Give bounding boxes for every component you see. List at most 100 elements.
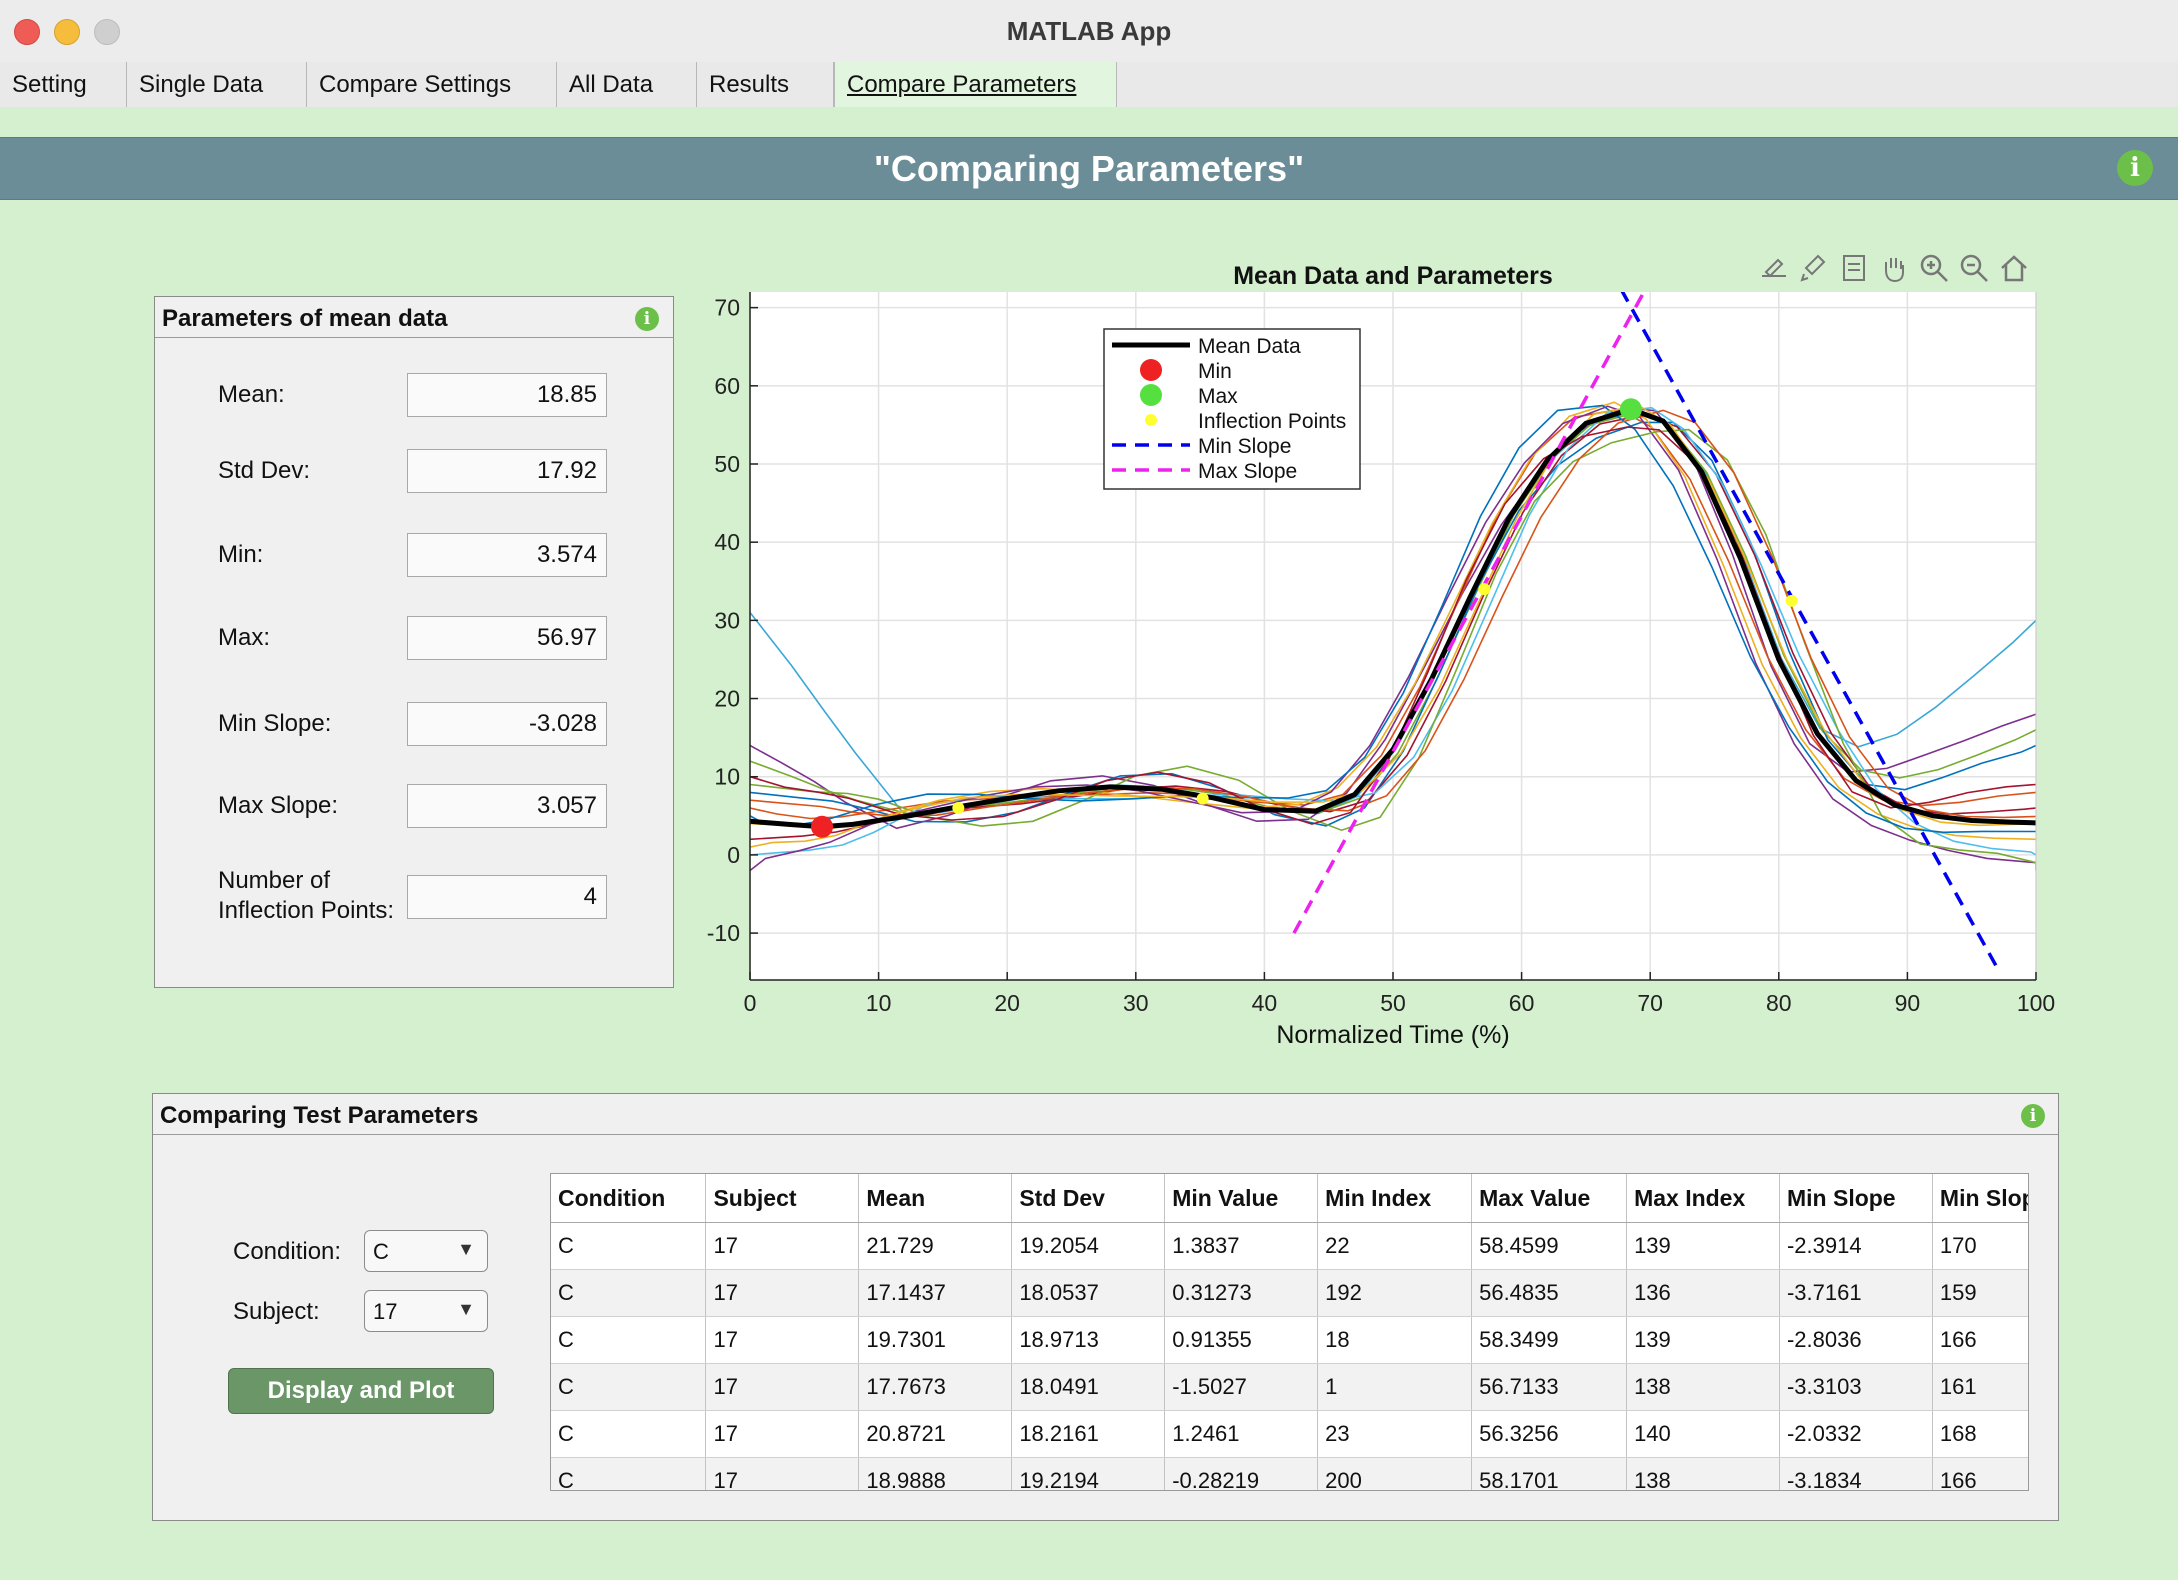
- inflection-point-marker: [1478, 583, 1491, 596]
- x-tick-label: 40: [1252, 990, 1278, 1016]
- parameters-panel: Parameters of mean data i Mean: 18.85 St…: [154, 296, 674, 988]
- legend-swatch: [1140, 384, 1162, 406]
- column-header[interactable]: Min Slope: [1779, 1174, 1933, 1223]
- table-cell: 17.1437: [858, 1269, 1013, 1317]
- title-bar: MATLAB App: [0, 0, 2178, 63]
- column-header[interactable]: Subject: [705, 1174, 860, 1223]
- std-dev-label: Std Dev:: [218, 457, 311, 484]
- parameters-panel-header: Parameters of mean data i: [155, 297, 673, 338]
- table-cell: 136: [1626, 1269, 1780, 1317]
- table-cell: 170: [1932, 1222, 2028, 1270]
- table-cell: 161: [1932, 1363, 2028, 1411]
- y-tick-label: 60: [714, 373, 740, 399]
- table-cell: -3.3103: [1779, 1363, 1933, 1411]
- max-slope-field[interactable]: 3.057: [407, 784, 607, 828]
- table-cell: 166: [1932, 1457, 2028, 1490]
- table-cell: 19.2194: [1011, 1457, 1166, 1490]
- y-tick-label: 40: [714, 529, 740, 555]
- tab-setting[interactable]: Setting: [0, 62, 127, 107]
- y-tick-label: 10: [714, 764, 740, 790]
- table-cell: 18.0491: [1011, 1363, 1166, 1411]
- x-tick-label: 60: [1509, 990, 1535, 1016]
- table-cell: C: [551, 1363, 707, 1411]
- table-row[interactable]: C 17 21.729 19.2054 1.3837 22 58.4599 139 -2.391…: [551, 1222, 2028, 1270]
- table-row[interactable]: C 17 19.7301 18.9713 0.91355 18 58.3499 139 -2.8…: [551, 1316, 2028, 1364]
- column-header[interactable]: Condition: [551, 1174, 707, 1223]
- info-icon[interactable]: i: [2021, 1104, 2045, 1128]
- info-icon[interactable]: i: [2117, 150, 2153, 186]
- legend-entry-label: Min Slope: [1198, 435, 1291, 458]
- tab-all-data[interactable]: All Data: [557, 62, 697, 107]
- display-and-plot-button[interactable]: Display and Plot: [228, 1368, 494, 1414]
- inflection-label-line2: Inflection Points:: [218, 897, 395, 924]
- table-cell: 1: [1317, 1363, 1473, 1411]
- max-slope-label: Max Slope:: [218, 792, 339, 819]
- table-cell: 20.8721: [858, 1410, 1013, 1458]
- min-point-marker: [811, 815, 834, 838]
- table-row[interactable]: C 17 20.8721 18.2161 1.2461 23 56.3256 140 -2.03…: [551, 1410, 2028, 1458]
- column-header[interactable]: Std Dev: [1011, 1174, 1166, 1223]
- table-cell: 22: [1317, 1222, 1473, 1270]
- min-field[interactable]: 3.574: [407, 533, 607, 577]
- table-cell: 1.3837: [1164, 1222, 1319, 1270]
- column-header[interactable]: Max Index: [1626, 1174, 1780, 1223]
- mean-data-chart[interactable]: Mean Data and Parameters Normalized Time…: [700, 250, 2080, 1070]
- column-header[interactable]: Min Index: [1317, 1174, 1473, 1223]
- x-axis-label: Normalized Time (%): [1276, 1021, 1509, 1049]
- table-cell: 140: [1626, 1410, 1780, 1458]
- legend-swatch: [1140, 359, 1162, 381]
- x-tick-label: 100: [2017, 990, 2055, 1016]
- max-field[interactable]: 56.97: [407, 616, 607, 660]
- table-cell: 19.7301: [858, 1316, 1013, 1364]
- chart-legend: Mean DataMinMaxInflection PointsMin Slop…: [1103, 328, 1361, 490]
- tab-compare-settings[interactable]: Compare Settings: [307, 62, 557, 107]
- condition-dropdown[interactable]: C ▼: [364, 1230, 488, 1272]
- page-banner: "Comparing Parameters" i: [0, 137, 2178, 200]
- table-cell: 138: [1626, 1457, 1780, 1490]
- tab-bar: Setting Single Data Compare Settings All…: [0, 62, 2178, 108]
- legend-entry-label: Inflection Points: [1198, 410, 1346, 433]
- table-row[interactable]: C 17 17.1437 18.0537 0.31273 192 56.4835 136 -3.…: [551, 1269, 2028, 1317]
- condition-value: C: [373, 1239, 389, 1264]
- table-cell: 138: [1626, 1363, 1780, 1411]
- mean-field[interactable]: 18.85: [407, 373, 607, 417]
- tab-compare-parameters[interactable]: Compare Parameters: [834, 62, 1117, 107]
- parameters-table[interactable]: Condition Subject Mean Std Dev Min Value…: [550, 1173, 2029, 1491]
- column-header[interactable]: Max Value: [1471, 1174, 1628, 1223]
- table-cell: -2.8036: [1779, 1316, 1933, 1364]
- column-header[interactable]: Min Slope: [1932, 1174, 2028, 1223]
- subject-value: 17: [373, 1299, 398, 1324]
- inflection-count-field[interactable]: 4: [407, 875, 607, 919]
- table-cell: C: [551, 1316, 707, 1364]
- column-header[interactable]: Min Value: [1164, 1174, 1319, 1223]
- subject-dropdown[interactable]: 17 ▼: [364, 1290, 488, 1332]
- tab-results[interactable]: Results: [697, 62, 834, 107]
- table-cell: C: [551, 1222, 707, 1270]
- y-tick-label: 0: [727, 842, 740, 868]
- table-row[interactable]: C 17 17.7673 18.0491 -1.5027 1 56.7133 138 -3.31…: [551, 1363, 2028, 1411]
- std-dev-field[interactable]: 17.92: [407, 449, 607, 493]
- chart-title: Mean Data and Parameters: [1233, 262, 1553, 290]
- table-cell: C: [551, 1410, 707, 1458]
- table-cell: 17: [705, 1457, 860, 1490]
- table-cell: 18.0537: [1011, 1269, 1166, 1317]
- x-tick-label: 70: [1637, 990, 1663, 1016]
- y-tick-label: 70: [714, 295, 740, 321]
- table-cell: 58.1701: [1471, 1457, 1628, 1490]
- min-slope-label: Min Slope:: [218, 710, 332, 737]
- table-cell: -2.3914: [1779, 1222, 1933, 1270]
- table-cell: 159: [1932, 1269, 2028, 1317]
- table-cell: 19.2054: [1011, 1222, 1166, 1270]
- tab-single-data[interactable]: Single Data: [127, 62, 307, 107]
- table-row[interactable]: C 17 18.9888 19.2194 -0.28219 200 58.1701 138 -3…: [551, 1457, 2028, 1490]
- min-label: Min:: [218, 541, 264, 568]
- column-header[interactable]: Mean: [858, 1174, 1013, 1223]
- table-cell: 18.9888: [858, 1457, 1013, 1490]
- x-tick-label: 30: [1123, 990, 1149, 1016]
- info-icon[interactable]: i: [635, 307, 659, 331]
- min-slope-field[interactable]: -3.028: [407, 702, 607, 746]
- table-cell: 0.31273: [1164, 1269, 1319, 1317]
- x-tick-label: 80: [1766, 990, 1792, 1016]
- table-cell: 139: [1626, 1222, 1780, 1270]
- chevron-down-icon: ▼: [457, 1239, 475, 1259]
